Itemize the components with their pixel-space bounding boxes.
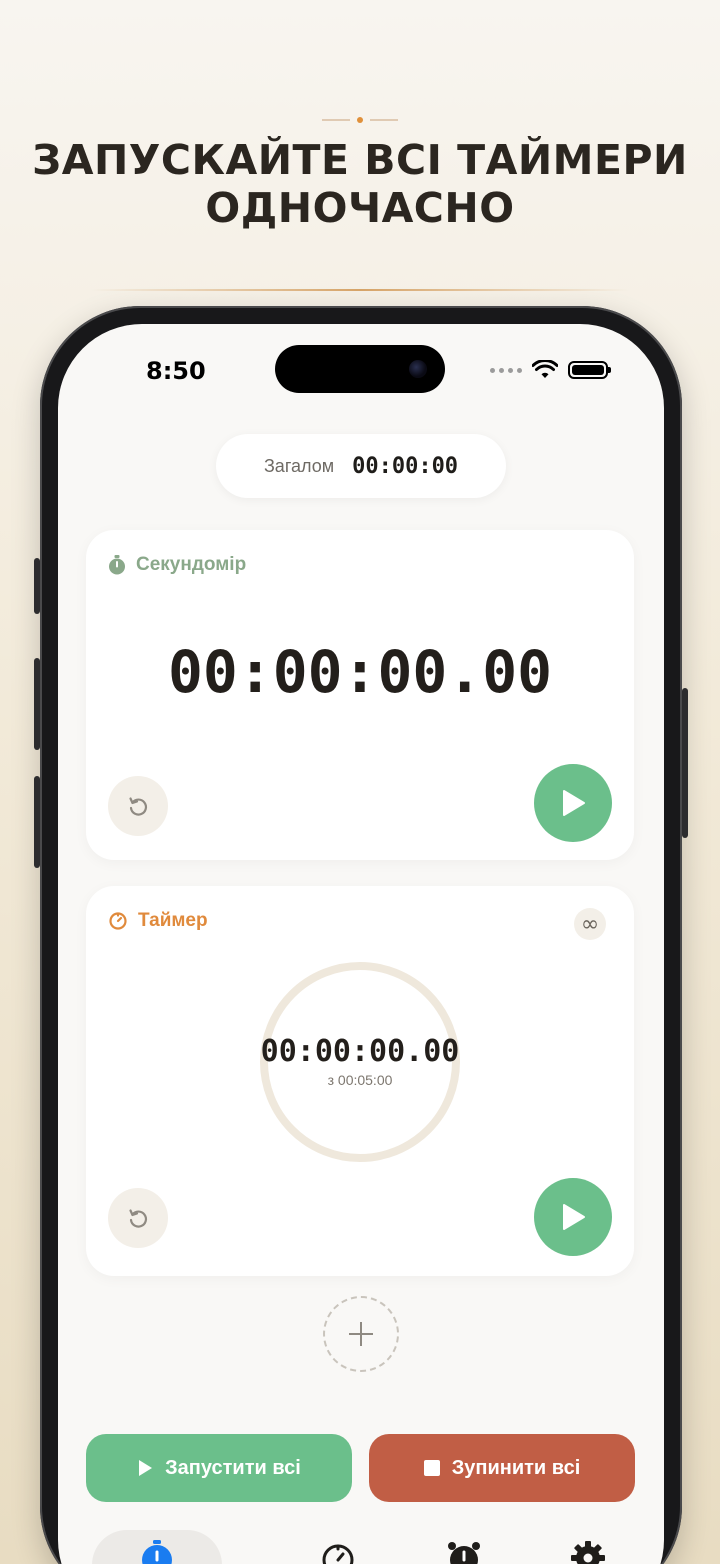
add-timer-button[interactable] [323, 1296, 399, 1372]
divider-line [90, 289, 630, 291]
divider-ornament [322, 117, 398, 123]
start-all-label: Запустити всі [165, 1456, 301, 1479]
alarm-clock-icon[interactable] [446, 1540, 482, 1564]
start-all-button[interactable]: Запустити всі [86, 1434, 352, 1502]
stopwatch-reset-button[interactable] [108, 776, 168, 836]
reset-icon [129, 1209, 147, 1228]
wifi-icon [532, 360, 558, 378]
stopwatch-label: Секундомір [136, 554, 247, 575]
mute-switch [34, 558, 40, 614]
total-pill: Загалом 00:00:00 [216, 434, 506, 498]
status-icons [490, 360, 611, 380]
play-icon [563, 1204, 585, 1230]
volume-down-button [34, 776, 40, 868]
play-icon [139, 1460, 153, 1476]
app-screen: 8:50 Загалом 00:00:00 Секундомір 00:00:0… [58, 324, 664, 1564]
cellular-signal-icon [490, 367, 522, 373]
stopwatch-play-button[interactable] [534, 764, 612, 842]
battery-icon [568, 361, 611, 379]
stop-all-button[interactable]: Зупинити всі [369, 1434, 635, 1502]
play-icon [563, 790, 585, 816]
status-time: 8:50 [146, 357, 206, 385]
headline-line-2: ОДНОЧАСНО [205, 184, 515, 232]
timer-duration-label: з 00:05:00 [327, 1072, 393, 1088]
phone-frame: 8:50 Загалом 00:00:00 Секундомір 00:00:0… [34, 306, 688, 1564]
page-headline: ЗАПУСКАЙТЕ ВСІ ТАЙМЕРИ ОДНОЧАСНО [20, 136, 700, 232]
timer-play-button[interactable] [534, 1178, 612, 1256]
total-label: Загалом [263, 455, 335, 476]
reset-icon [129, 797, 147, 816]
timer-card: Таймер ∞ 00:00:00.00 з 00:05:00 [86, 886, 634, 1276]
stopwatch-time: 00:00:00.00 [167, 638, 553, 706]
repeat-infinity-button[interactable]: ∞ [574, 908, 606, 940]
tab-timer-icon[interactable] [320, 1540, 356, 1564]
dynamic-island [275, 345, 445, 393]
timer-reset-button[interactable] [108, 1188, 168, 1248]
timer-time: 00:00:00.00 [260, 1034, 460, 1069]
volume-up-button [34, 658, 40, 750]
stopwatch-card-title: Секундомір [108, 554, 246, 576]
power-button [682, 688, 688, 838]
stopwatch-card: Секундомір 00:00:00.00 [86, 530, 634, 860]
gear-icon[interactable] [570, 1540, 606, 1564]
tab-bar [86, 1522, 634, 1564]
headline-line-1: ЗАПУСКАЙТЕ ВСІ ТАЙМЕРИ [32, 136, 688, 184]
timer-icon [109, 912, 127, 930]
stopwatch-icon [109, 555, 125, 575]
stop-icon [423, 1460, 440, 1476]
timer-label: Таймер [138, 910, 208, 931]
total-value: 00:00:00 [352, 453, 459, 479]
camera-icon [409, 360, 427, 378]
timer-card-title: Таймер [108, 910, 208, 932]
plus-icon [349, 1322, 373, 1346]
stopwatch-icon[interactable] [140, 1540, 174, 1564]
stop-all-label: Зупинити всі [451, 1456, 581, 1479]
